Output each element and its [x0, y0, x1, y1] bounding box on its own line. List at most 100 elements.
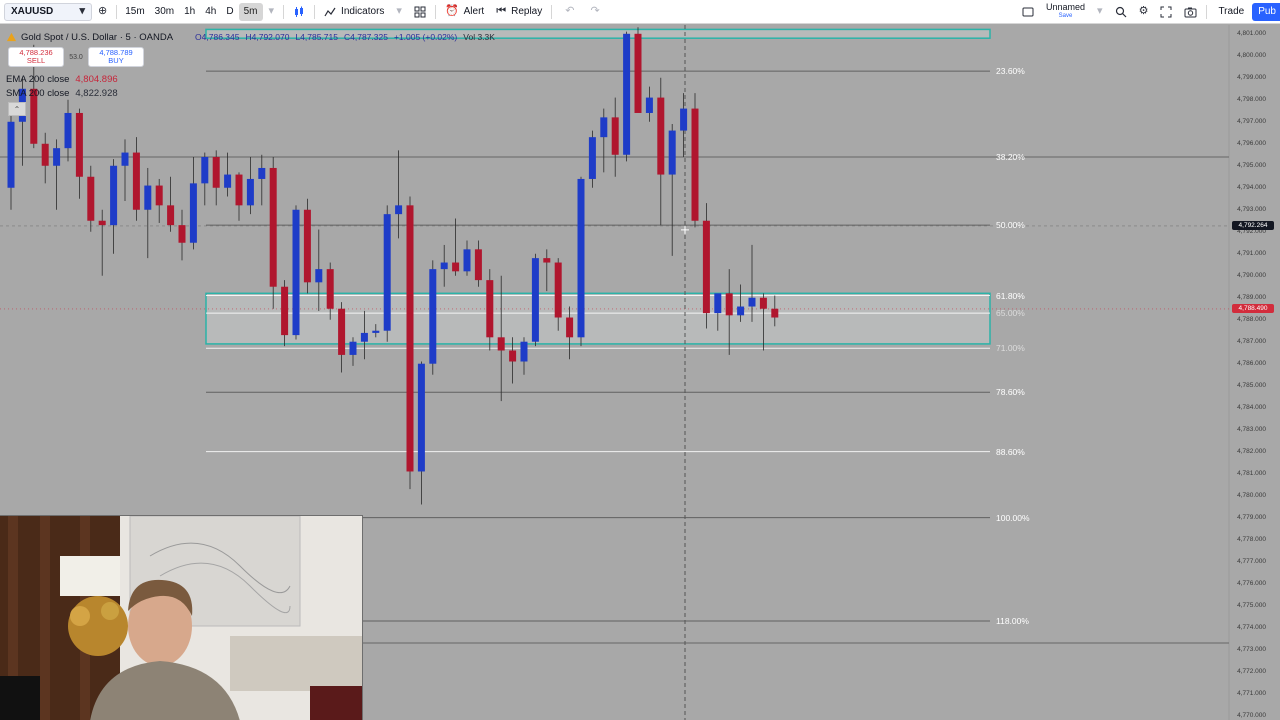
replay-button[interactable]: ⏮ Replay	[490, 0, 548, 24]
timeframe-30m[interactable]: 30m	[150, 0, 179, 24]
candle-body	[189, 183, 197, 243]
price-tick-label: 4,773.000	[1237, 645, 1266, 653]
candle-body	[326, 269, 334, 309]
price-tick-label: 4,784.000	[1237, 403, 1266, 411]
ema-indicator-row[interactable]: EMA 200 close 4,804.896	[6, 72, 495, 86]
price-tick-label: 4,785.000	[1237, 381, 1266, 389]
candle-body	[292, 209, 300, 336]
buy-label: BUY	[108, 56, 124, 65]
chevron-up-icon: ⌃	[13, 104, 21, 114]
chevron-down-icon: ▾	[396, 5, 402, 17]
candle-body	[349, 341, 357, 355]
close-value: C4,787.325	[343, 32, 388, 42]
timeframe-1h[interactable]: 1h	[179, 0, 200, 24]
price-tick-label: 4,786.000	[1237, 359, 1266, 367]
candle-body	[634, 33, 642, 113]
sell-buy-panel: 4,788.236 SELL 53.0 4,788.789 BUY	[8, 46, 495, 68]
fib-level-label: 118.00%	[996, 616, 1029, 627]
webcam-overlay	[0, 515, 363, 720]
buy-button[interactable]: 4,788.789 BUY	[88, 47, 144, 67]
redo-button[interactable]: ↷	[584, 0, 605, 24]
candle-50	[577, 176, 585, 347]
price-tick-label: 4,771.000	[1237, 689, 1266, 697]
fib-level-label: 50.00%	[996, 220, 1025, 231]
candle-body	[771, 308, 779, 318]
candle-body	[531, 258, 539, 342]
trade-button[interactable]: Trade	[1210, 0, 1252, 24]
price-tick-label: 4,777.000	[1237, 557, 1266, 565]
price-tick-label: 4,788.000	[1237, 315, 1266, 323]
alarm-clock-icon: ⏰	[444, 5, 459, 17]
candle-25	[292, 205, 300, 340]
settings-button[interactable]: ⚙	[1133, 0, 1155, 24]
compare-symbol-button[interactable]: ⊕	[92, 0, 113, 24]
plus-circle-icon: ⊕	[98, 5, 108, 17]
sma-indicator-row[interactable]: SMA 200 close 4,822.928	[6, 86, 495, 100]
price-tick-label: 4,783.000	[1237, 425, 1266, 433]
candle-body	[520, 341, 528, 362]
candle-body	[87, 176, 95, 221]
symbol-label: XAUUSD	[11, 6, 54, 17]
candle-6	[75, 108, 83, 199]
camera-icon	[1184, 7, 1197, 17]
timeframe-4h[interactable]: 4h	[200, 0, 221, 24]
indicators-button[interactable]: Indicators	[318, 0, 390, 24]
price-tick-label: 4,782.000	[1237, 447, 1266, 455]
snapshot-button[interactable]	[1178, 0, 1203, 24]
candle-29	[338, 302, 346, 373]
candle-body	[224, 174, 232, 188]
candle-53	[611, 97, 619, 177]
indicators-menu-button[interactable]: ▾	[390, 0, 408, 24]
candle-55	[634, 27, 642, 113]
timeframe-15m[interactable]: 15m	[120, 0, 149, 24]
timeframe-5m[interactable]: 5m	[238, 2, 263, 21]
layout-templates-button[interactable]	[408, 0, 432, 24]
candle-59	[680, 93, 688, 157]
candle-body	[41, 143, 49, 166]
publish-button[interactable]: Pub	[1252, 2, 1280, 21]
candle-body	[497, 337, 505, 351]
quick-search-button[interactable]	[1109, 0, 1133, 24]
sell-button[interactable]: 4,788.236 SELL	[8, 47, 64, 67]
timeframe-d[interactable]: D	[221, 0, 238, 24]
candle-body	[645, 97, 653, 113]
collapse-legend-button[interactable]: ⌃	[8, 102, 26, 116]
fullscreen-button[interactable]	[1154, 0, 1178, 24]
symbol-search-button[interactable]: XAUUSD ▾	[4, 2, 92, 21]
candle-body	[167, 205, 175, 226]
candle-45	[520, 337, 528, 375]
candle-40	[463, 240, 471, 276]
candle-body	[463, 249, 471, 272]
chart-type-button[interactable]	[287, 0, 311, 24]
layout-name-button[interactable]: Unnamed Save	[1040, 0, 1091, 24]
layout-toggle-button[interactable]	[1016, 0, 1040, 24]
crosshair-price-badge: 4,792.264	[1232, 221, 1274, 231]
alert-button[interactable]: ⏰ Alert	[439, 0, 490, 24]
candle-body	[144, 185, 152, 210]
zone-box-1	[205, 292, 991, 345]
candle-body	[657, 97, 665, 175]
candle-body	[600, 117, 608, 138]
candle-body	[269, 167, 277, 287]
candle-body	[132, 152, 140, 210]
undo-button[interactable]: ↶	[555, 0, 584, 24]
price-tick-label: 4,787.000	[1237, 337, 1266, 345]
timeframe-menu-button[interactable]: ▾	[263, 0, 281, 24]
candle-body	[258, 167, 266, 179]
price-tick-label: 4,801.000	[1237, 29, 1266, 37]
trade-label: Trade	[1218, 6, 1245, 17]
symbol-title[interactable]: Gold Spot / U.S. Dollar · 5 · OANDA	[21, 32, 173, 43]
candle-body	[315, 269, 323, 283]
change-value: +1.005 (+0.02%)	[393, 32, 458, 42]
candle-26	[303, 198, 311, 294]
candles-icon	[295, 6, 304, 17]
layout-menu-button[interactable]: ▾	[1091, 0, 1109, 24]
fib-level-label: 23.60%	[996, 66, 1025, 77]
candle-22	[258, 154, 266, 206]
toolbar-divider	[116, 4, 118, 19]
candle-10	[121, 139, 129, 201]
candle-35	[406, 196, 414, 490]
price-tick-label: 4,781.000	[1237, 469, 1266, 477]
price-tick-label: 4,770.000	[1237, 711, 1266, 719]
fib-level-label: 61.80%	[996, 290, 1025, 301]
